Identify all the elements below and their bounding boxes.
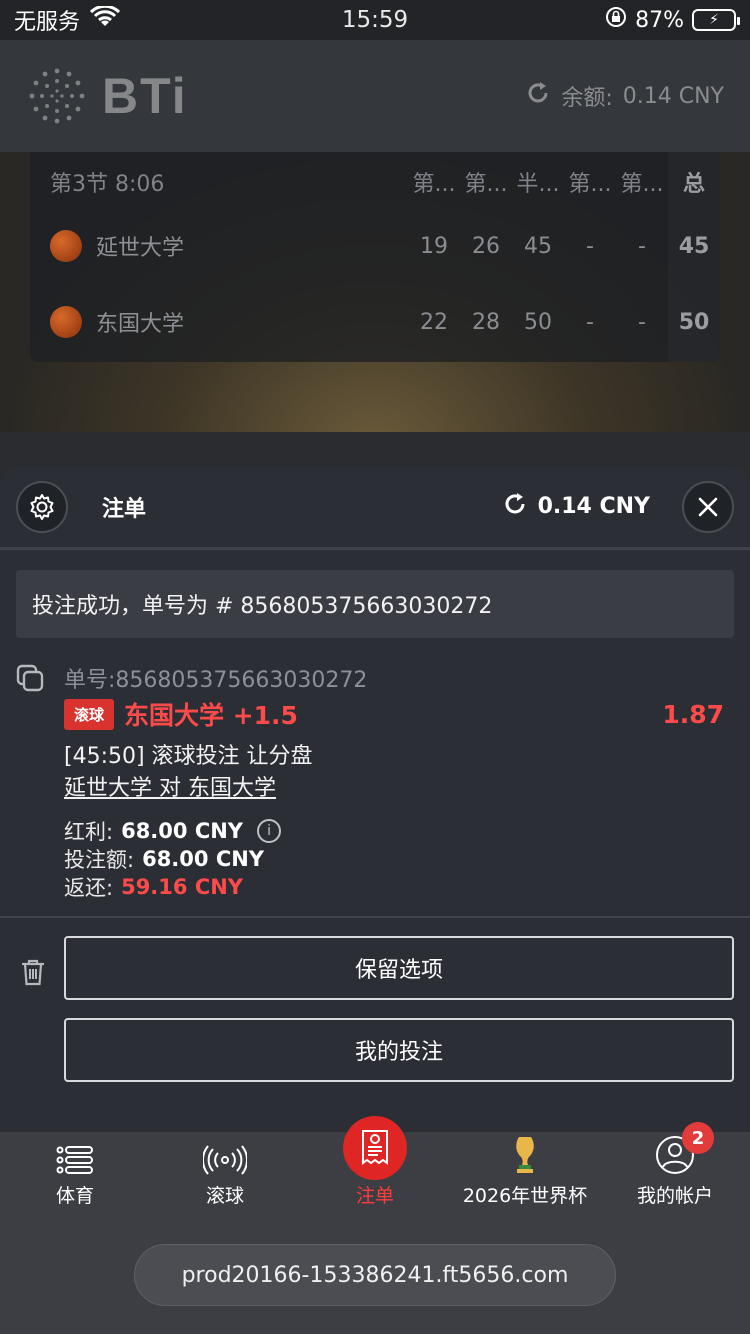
- column-header: 第...: [412, 172, 456, 197]
- total-score: 50: [678, 309, 710, 335]
- notification-badge: 2: [682, 1122, 714, 1154]
- nav-label: 2026年世界杯: [462, 1185, 588, 1207]
- bonus-row: 红利: 68.00 CNY i: [64, 816, 282, 846]
- team-row: 延世大学 19 26 45 - - 45: [50, 216, 720, 276]
- total-header: 总: [682, 172, 705, 197]
- nav-item-betslip[interactable]: 注单: [300, 1116, 450, 1222]
- live-broadcast-icon: [203, 1145, 247, 1175]
- nav-item-sports[interactable]: 体育: [0, 1132, 150, 1222]
- nav-item-world-cup[interactable]: 2026年世界杯: [450, 1132, 600, 1222]
- team-row: 东国大学 22 28 50 - - 50: [50, 292, 720, 352]
- column-header: 半...: [516, 172, 560, 197]
- bonus-label: 红利:: [64, 820, 114, 844]
- score-cell: 26: [472, 233, 500, 259]
- app-header: BTi 余额: 0.14 CNY: [0, 40, 750, 152]
- column-header: 第...: [464, 172, 508, 197]
- team-name: 延世大学: [96, 236, 185, 261]
- bet-selection: 滚球 东国大学 +1.5: [64, 696, 298, 732]
- bet-slip-panel: 注单 0.14 CNY 投注成功，单号为 # 85680537566303027…: [0, 466, 750, 1132]
- logo-text: BTi: [102, 68, 188, 124]
- score-cell: -: [586, 233, 594, 259]
- bottom-nav: 体育 滚球 注单 2026年世界杯 2 我的帐户: [0, 1116, 750, 1222]
- nav-item-live[interactable]: 滚球: [150, 1132, 300, 1222]
- nav-item-account[interactable]: 2 我的帐户: [600, 1122, 750, 1222]
- odds-value: 1.87: [662, 700, 724, 729]
- trophy-icon: [516, 1137, 534, 1173]
- score-cell: 19: [420, 233, 448, 259]
- bet-slip-header: 注单 0.14 CNY: [0, 466, 750, 550]
- copy-icon[interactable]: [16, 664, 46, 698]
- basketball-icon: [50, 306, 82, 338]
- stake-label: 投注额:: [64, 848, 135, 872]
- basketball-icon: [50, 230, 82, 262]
- scorecard: 第3节 8:06 第... 第... 半... 第... 第... 总 延世大学…: [30, 152, 720, 362]
- score-cell: -: [638, 309, 646, 335]
- list-icon: [56, 1146, 93, 1174]
- return-value: 59.16 CNY: [121, 875, 244, 899]
- bet-success-notice: 投注成功，单号为 # 856805375663030272: [16, 570, 734, 638]
- stake-row: 投注额: 68.00 CNY: [64, 844, 264, 874]
- brand-logo: BTi: [26, 65, 188, 127]
- team-name: 东国大学: [96, 312, 185, 337]
- match-scoreboard: 第3节 8:06 第... 第... 半... 第... 第... 总 延世大学…: [0, 152, 750, 432]
- column-header: 第...: [620, 172, 664, 197]
- score-cell: 22: [420, 309, 448, 335]
- score-cell: 28: [472, 309, 500, 335]
- score-cell: -: [586, 309, 594, 335]
- logo-mark-icon: [29, 68, 85, 124]
- gear-icon: [30, 493, 54, 520]
- scoreboard-header: 第3节 8:06 第... 第... 半... 第... 第... 总: [50, 160, 720, 204]
- battery-icon: ⚡: [692, 9, 740, 31]
- nav-label: 体育: [55, 1185, 94, 1207]
- score-cell: -: [638, 233, 646, 259]
- status-bar: 无服务 15:59 87% ⚡: [0, 0, 750, 40]
- nav-label: 滚球: [205, 1185, 244, 1207]
- keep-selections-button[interactable]: 保留选项: [64, 936, 734, 1000]
- browser-bottom-bar: prod20166-153386241.ft5656.com: [0, 1222, 750, 1334]
- close-button[interactable]: [682, 480, 734, 533]
- settings-button[interactable]: [16, 480, 68, 533]
- close-icon: [698, 497, 718, 516]
- clock: 15:59: [341, 7, 409, 33]
- market-description: [45:50] 滚球投注 让分盘: [64, 744, 313, 769]
- info-icon[interactable]: i: [257, 819, 282, 843]
- bet-id-label: 单号:: [64, 668, 116, 693]
- slip-balance-value: 0.14 CNY: [537, 494, 650, 519]
- balance-label: 余额:: [561, 86, 613, 111]
- balance-value: 0.14 CNY: [622, 83, 724, 109]
- selection-name: 东国大学 +1.5: [124, 701, 298, 730]
- matchup-link[interactable]: 延世大学 对 东国大学: [64, 770, 276, 802]
- stake-value: 68.00 CNY: [142, 847, 265, 871]
- betslip-bubble[interactable]: [343, 1116, 407, 1180]
- trash-icon[interactable]: [20, 958, 46, 990]
- nav-label: 我的帐户: [636, 1185, 713, 1207]
- slip-balance[interactable]: 0.14 CNY: [502, 491, 650, 523]
- bet-id: 单号:856805375663030272: [64, 662, 367, 694]
- bet-id-value: 856805375663030272: [115, 668, 368, 693]
- score-cell: 45: [524, 233, 552, 259]
- my-bets-button[interactable]: 我的投注: [64, 1018, 734, 1082]
- column-header: 第...: [568, 172, 612, 197]
- bonus-value: 68.00 CNY: [121, 819, 244, 843]
- total-score: 45: [678, 233, 710, 259]
- bet-slip-title: 注单: [102, 496, 147, 522]
- url-bar[interactable]: prod20166-153386241.ft5656.com: [134, 1244, 616, 1306]
- score-cell: 50: [524, 309, 552, 335]
- receipt-icon: [362, 1130, 388, 1165]
- live-tag: 滚球: [64, 698, 115, 730]
- refresh-icon[interactable]: [502, 491, 528, 523]
- header-balance[interactable]: 余额: 0.14 CNY: [525, 80, 724, 112]
- return-row: 返还: 59.16 CNY: [64, 872, 243, 902]
- nav-label: 注单: [355, 1185, 394, 1207]
- refresh-icon[interactable]: [525, 80, 551, 112]
- return-label: 返还:: [64, 876, 114, 900]
- match-period: 第3节 8:06: [50, 172, 165, 197]
- bet-ticket: 单号:856805375663030272 滚球 东国大学 +1.5 1.87 …: [0, 656, 750, 918]
